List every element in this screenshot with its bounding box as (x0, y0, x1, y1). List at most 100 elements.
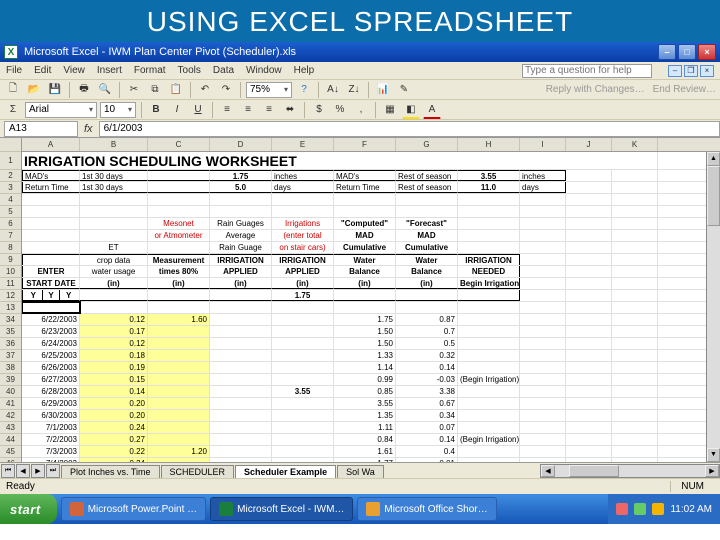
cell[interactable] (566, 398, 612, 409)
cell[interactable] (566, 278, 612, 289)
cell[interactable]: NEEDED (458, 266, 520, 277)
font-dropdown[interactable]: Arial (25, 102, 97, 118)
cell[interactable]: 0.4 (396, 446, 458, 457)
cell[interactable] (210, 326, 272, 337)
row-header[interactable]: 38 (0, 362, 21, 374)
row-header[interactable]: 13 (0, 302, 21, 314)
fx-icon[interactable]: fx (84, 123, 93, 135)
spreadsheet-grid[interactable]: 1234567891011121334353637383940414243444… (0, 138, 720, 462)
cell[interactable] (396, 290, 458, 301)
cell[interactable]: 0.20 (80, 398, 148, 409)
cell[interactable] (566, 434, 612, 445)
cell[interactable] (612, 254, 658, 265)
cell[interactable] (210, 290, 272, 301)
row-header[interactable]: 43 (0, 422, 21, 434)
row-header[interactable]: 35 (0, 326, 21, 338)
help-icon[interactable]: ? (295, 81, 313, 99)
scroll-up-icon[interactable]: ▲ (707, 152, 720, 166)
cell[interactable]: MAD's (22, 170, 80, 181)
cell[interactable]: Rest of season (396, 170, 458, 181)
cell[interactable] (520, 374, 566, 385)
cell[interactable] (458, 326, 520, 337)
cell[interactable]: or Atmometer (148, 230, 210, 241)
cell[interactable]: 6/28/2003 (22, 386, 80, 397)
cell[interactable]: Rain Guages (210, 218, 272, 229)
close-button[interactable]: × (698, 44, 716, 60)
cell[interactable] (458, 242, 520, 253)
cell[interactable] (520, 386, 566, 397)
percent-icon[interactable]: % (331, 101, 349, 119)
menu-window[interactable]: Window (246, 65, 282, 76)
cell[interactable]: 3.55 (272, 386, 334, 397)
cell[interactable]: 0.14 (80, 386, 148, 397)
cell[interactable] (148, 290, 210, 301)
bold-icon[interactable]: B (147, 101, 165, 119)
row-header[interactable]: 11 (0, 278, 21, 290)
cell[interactable]: Water (334, 254, 396, 265)
cell[interactable] (272, 338, 334, 349)
cell[interactable]: 0.87 (396, 314, 458, 325)
row-header[interactable]: 46 (0, 458, 21, 462)
zoom-dropdown[interactable]: 75% (246, 82, 292, 98)
cell[interactable] (612, 206, 658, 217)
cell[interactable] (210, 362, 272, 373)
cell[interactable]: (Begin Irrigation) (458, 374, 520, 385)
cell[interactable] (458, 350, 520, 361)
fill-color-icon[interactable]: ◧ (402, 101, 420, 119)
cell[interactable] (612, 350, 658, 361)
cell[interactable]: days (272, 182, 334, 193)
cell[interactable] (458, 314, 520, 325)
row-header[interactable]: 7 (0, 230, 21, 242)
cell[interactable]: 1.61 (334, 446, 396, 457)
cell[interactable] (148, 458, 210, 462)
row-header[interactable]: 42 (0, 410, 21, 422)
cell[interactable] (458, 410, 520, 421)
cell[interactable] (566, 242, 612, 253)
comma-icon[interactable]: , (352, 101, 370, 119)
cell[interactable] (458, 206, 520, 217)
column-header[interactable]: E (272, 138, 334, 151)
cell[interactable] (396, 206, 458, 217)
cell[interactable] (210, 374, 272, 385)
cell[interactable] (272, 362, 334, 373)
font-size-dropdown[interactable]: 10 (100, 102, 136, 118)
row-header[interactable]: 39 (0, 374, 21, 386)
cell[interactable] (458, 302, 520, 313)
align-center-icon[interactable]: ≡ (239, 101, 257, 119)
cell[interactable] (612, 338, 658, 349)
cell[interactable] (22, 254, 80, 265)
cell[interactable] (210, 194, 272, 205)
cell[interactable] (520, 218, 566, 229)
column-header[interactable]: K (612, 138, 658, 151)
cell[interactable] (612, 230, 658, 241)
vertical-scrollbar[interactable]: ▲ ▼ (706, 152, 720, 462)
cell[interactable] (458, 194, 520, 205)
scroll-thumb[interactable] (707, 166, 720, 226)
cell[interactable] (566, 314, 612, 325)
cell[interactable] (148, 398, 210, 409)
doc-minimize-button[interactable]: – (668, 65, 682, 77)
cell[interactable] (566, 458, 612, 462)
cell[interactable]: (Begin Irrigation) (458, 434, 520, 445)
cell[interactable] (520, 362, 566, 373)
cell[interactable] (520, 254, 566, 265)
column-header[interactable]: J (566, 138, 612, 151)
name-box[interactable]: A13 (4, 121, 78, 137)
cell[interactable] (520, 410, 566, 421)
cell[interactable] (566, 182, 612, 193)
cell[interactable] (612, 242, 658, 253)
tray-icon[interactable] (652, 503, 664, 515)
row-header[interactable]: 44 (0, 434, 21, 446)
sheet-tab[interactable]: Sol Wa (337, 465, 384, 478)
cell[interactable] (566, 422, 612, 433)
cell[interactable] (520, 242, 566, 253)
cell[interactable]: (in) (272, 278, 334, 289)
row-header[interactable]: 5 (0, 206, 21, 218)
underline-icon[interactable]: U (189, 101, 207, 119)
cell[interactable]: 0.7 (396, 326, 458, 337)
end-review-button[interactable]: End Review… (653, 84, 716, 95)
cell[interactable] (520, 326, 566, 337)
cell[interactable] (458, 230, 520, 241)
cell[interactable]: 1.14 (334, 362, 396, 373)
menu-help[interactable]: Help (294, 65, 315, 76)
